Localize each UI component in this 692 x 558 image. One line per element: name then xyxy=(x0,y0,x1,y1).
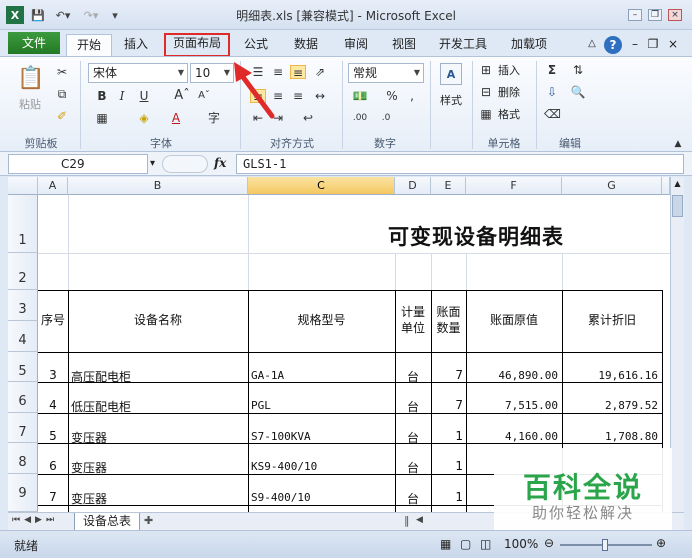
watermark-title: 百科全说 xyxy=(522,471,643,504)
watermark-subtitle: 助你轻松解决 xyxy=(531,504,634,522)
watermark: 百科全说 助你轻松解决 xyxy=(494,448,672,530)
